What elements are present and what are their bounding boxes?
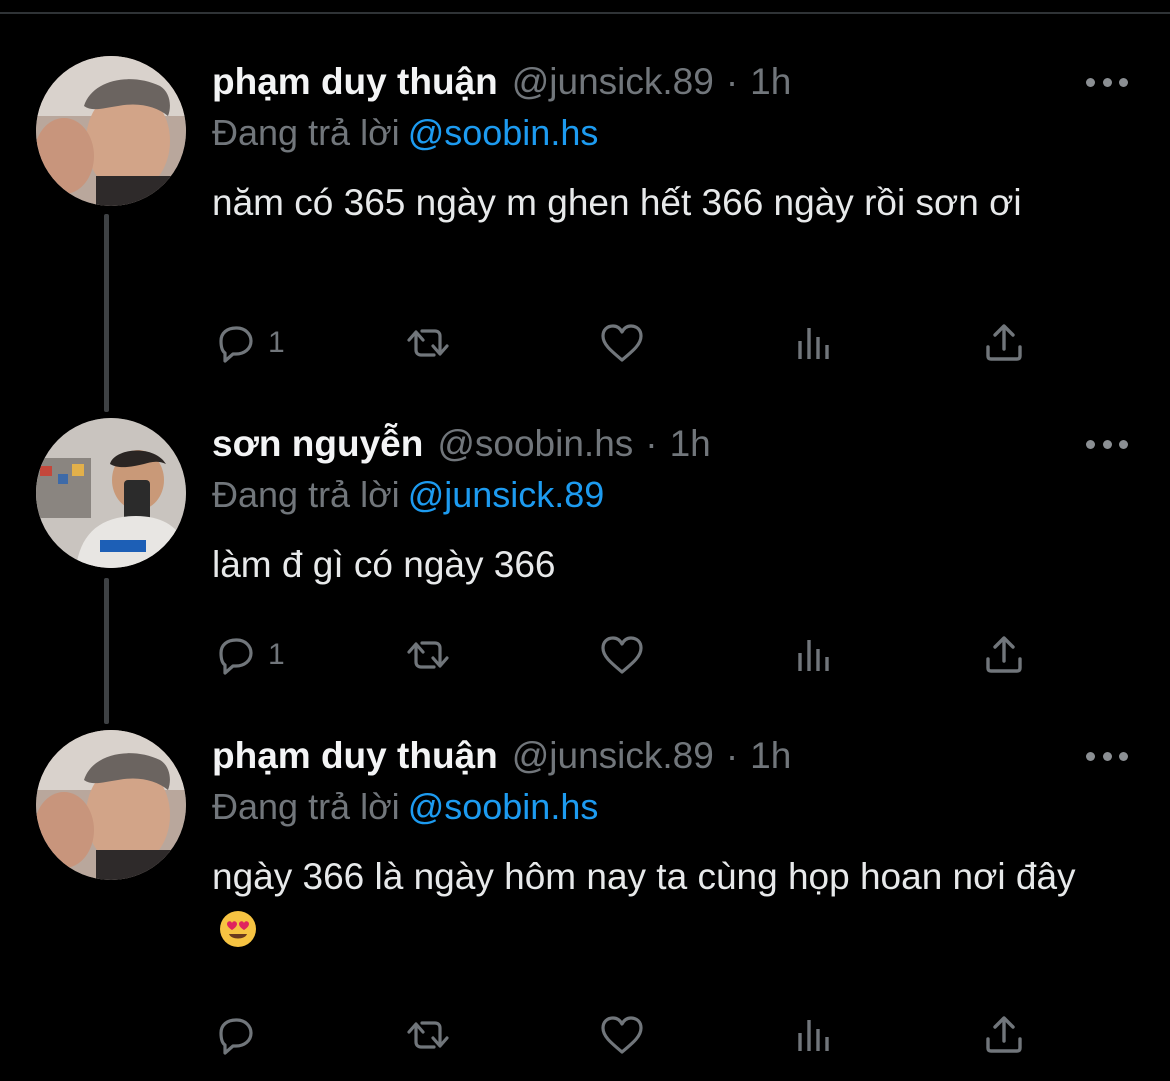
reply-button[interactable]: 1 bbox=[212, 630, 285, 680]
tweet-text-body: ngày 366 là ngày hôm nay ta cùng họp hoa… bbox=[212, 856, 1076, 897]
tweet-text: làm đ gì có ngày 366 bbox=[212, 544, 556, 585]
replying-to: Đang trả lời @soobin.hs bbox=[212, 786, 598, 828]
separator: · bbox=[645, 423, 658, 464]
reply-count: 1 bbox=[268, 638, 285, 671]
views-button[interactable] bbox=[790, 318, 838, 368]
share-icon bbox=[986, 324, 1022, 361]
like-button[interactable] bbox=[598, 318, 646, 368]
share-icon bbox=[986, 636, 1022, 673]
replying-to: Đang trả lời @soobin.hs bbox=[212, 112, 598, 154]
user-handle[interactable]: @junsick.89 bbox=[512, 61, 714, 103]
thread-connector bbox=[104, 578, 109, 724]
separator: · bbox=[725, 735, 739, 776]
mention-link[interactable]: @junsick.89 bbox=[408, 474, 605, 515]
more-icon[interactable] bbox=[1086, 746, 1128, 766]
retweet-button[interactable] bbox=[404, 1010, 452, 1060]
analytics-icon bbox=[798, 638, 829, 673]
share-button[interactable] bbox=[980, 630, 1028, 680]
mention-link[interactable]: @soobin.hs bbox=[408, 112, 599, 153]
like-button[interactable] bbox=[598, 1010, 646, 1060]
heart-icon bbox=[601, 1016, 643, 1054]
avatar[interactable] bbox=[36, 730, 186, 880]
reply-button[interactable] bbox=[212, 1010, 268, 1060]
avatar-photo bbox=[36, 56, 186, 206]
retweet-icon bbox=[407, 329, 449, 357]
top-divider bbox=[0, 0, 1170, 14]
avatar-photo bbox=[36, 418, 186, 568]
replying-to-label: Đang trả lời bbox=[212, 786, 400, 827]
retweet-button[interactable] bbox=[404, 630, 452, 680]
heart-eyes-emoji bbox=[220, 911, 256, 947]
analytics-icon bbox=[798, 1018, 829, 1053]
heart-icon bbox=[601, 324, 643, 362]
timestamp[interactable]: 1h bbox=[670, 423, 711, 465]
tweet-actions: 1 bbox=[212, 318, 1042, 368]
reply-icon bbox=[219, 1018, 253, 1055]
display-name[interactable]: phạm duy thuận bbox=[212, 61, 498, 103]
user-handle[interactable]: @junsick.89 bbox=[512, 735, 714, 777]
tweet-actions: 1 bbox=[212, 630, 1042, 680]
share-icon bbox=[986, 1016, 1022, 1053]
replying-to: Đang trả lời @junsick.89 bbox=[212, 474, 604, 516]
views-button[interactable] bbox=[790, 1010, 838, 1060]
heart-icon bbox=[601, 636, 643, 674]
retweet-icon bbox=[407, 641, 449, 669]
retweet-icon bbox=[407, 1021, 449, 1049]
reply-button[interactable]: 1 bbox=[212, 318, 285, 368]
more-icon[interactable] bbox=[1086, 72, 1128, 92]
display-name[interactable]: phạm duy thuận bbox=[212, 735, 498, 777]
avatar[interactable] bbox=[36, 418, 186, 568]
reply-icon bbox=[219, 638, 253, 675]
timestamp[interactable]: 1h bbox=[750, 61, 791, 103]
avatar-photo bbox=[36, 730, 186, 880]
tweet-actions bbox=[212, 1010, 1042, 1060]
avatar[interactable] bbox=[36, 56, 186, 206]
share-button[interactable] bbox=[980, 1010, 1028, 1060]
tweet-header: phạm duy thuận @junsick.89 · 1h bbox=[212, 731, 791, 781]
separator: · bbox=[725, 61, 739, 102]
tweet-header: phạm duy thuận @junsick.89 · 1h bbox=[212, 57, 791, 107]
timestamp[interactable]: 1h bbox=[750, 735, 791, 777]
tweet-text: năm có 365 ngày m ghen hết 366 ngày rồi … bbox=[212, 182, 1022, 223]
share-button[interactable] bbox=[980, 318, 1028, 368]
user-handle[interactable]: @soobin.hs bbox=[437, 423, 633, 465]
analytics-icon bbox=[798, 326, 829, 361]
replying-to-label: Đang trả lời bbox=[212, 474, 400, 515]
mention-link[interactable]: @soobin.hs bbox=[408, 786, 599, 827]
views-button[interactable] bbox=[790, 630, 838, 680]
thread-connector bbox=[104, 214, 109, 412]
more-icon[interactable] bbox=[1086, 434, 1128, 454]
retweet-button[interactable] bbox=[404, 318, 452, 368]
like-button[interactable] bbox=[598, 630, 646, 680]
tweet-text: ngày 366 là ngày hôm nay ta cùng họp hoa… bbox=[212, 850, 1092, 958]
reply-icon bbox=[219, 326, 253, 363]
replying-to-label: Đang trả lời bbox=[212, 112, 400, 153]
display-name[interactable]: sơn nguyễn bbox=[212, 423, 423, 465]
reply-count: 1 bbox=[268, 326, 285, 359]
tweet-header: sơn nguyễn @soobin.hs · 1h bbox=[212, 419, 711, 469]
